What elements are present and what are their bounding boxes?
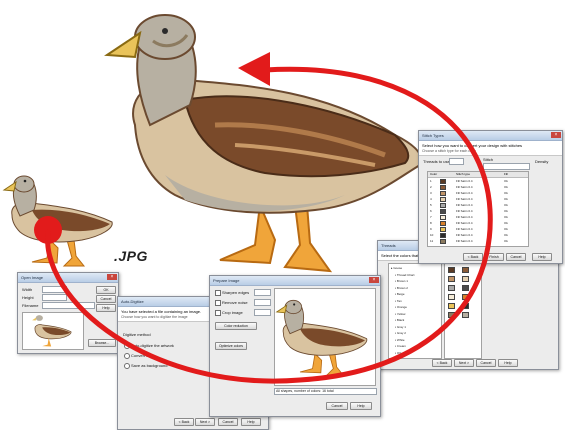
- cycle-arrow-path: [45, 66, 493, 384]
- composite-stage: .JPG Open Image × Width Height Filename O…: [0, 0, 565, 430]
- workflow-cycle-arrow: [34, 52, 493, 384]
- arrowhead-icon: [238, 52, 270, 86]
